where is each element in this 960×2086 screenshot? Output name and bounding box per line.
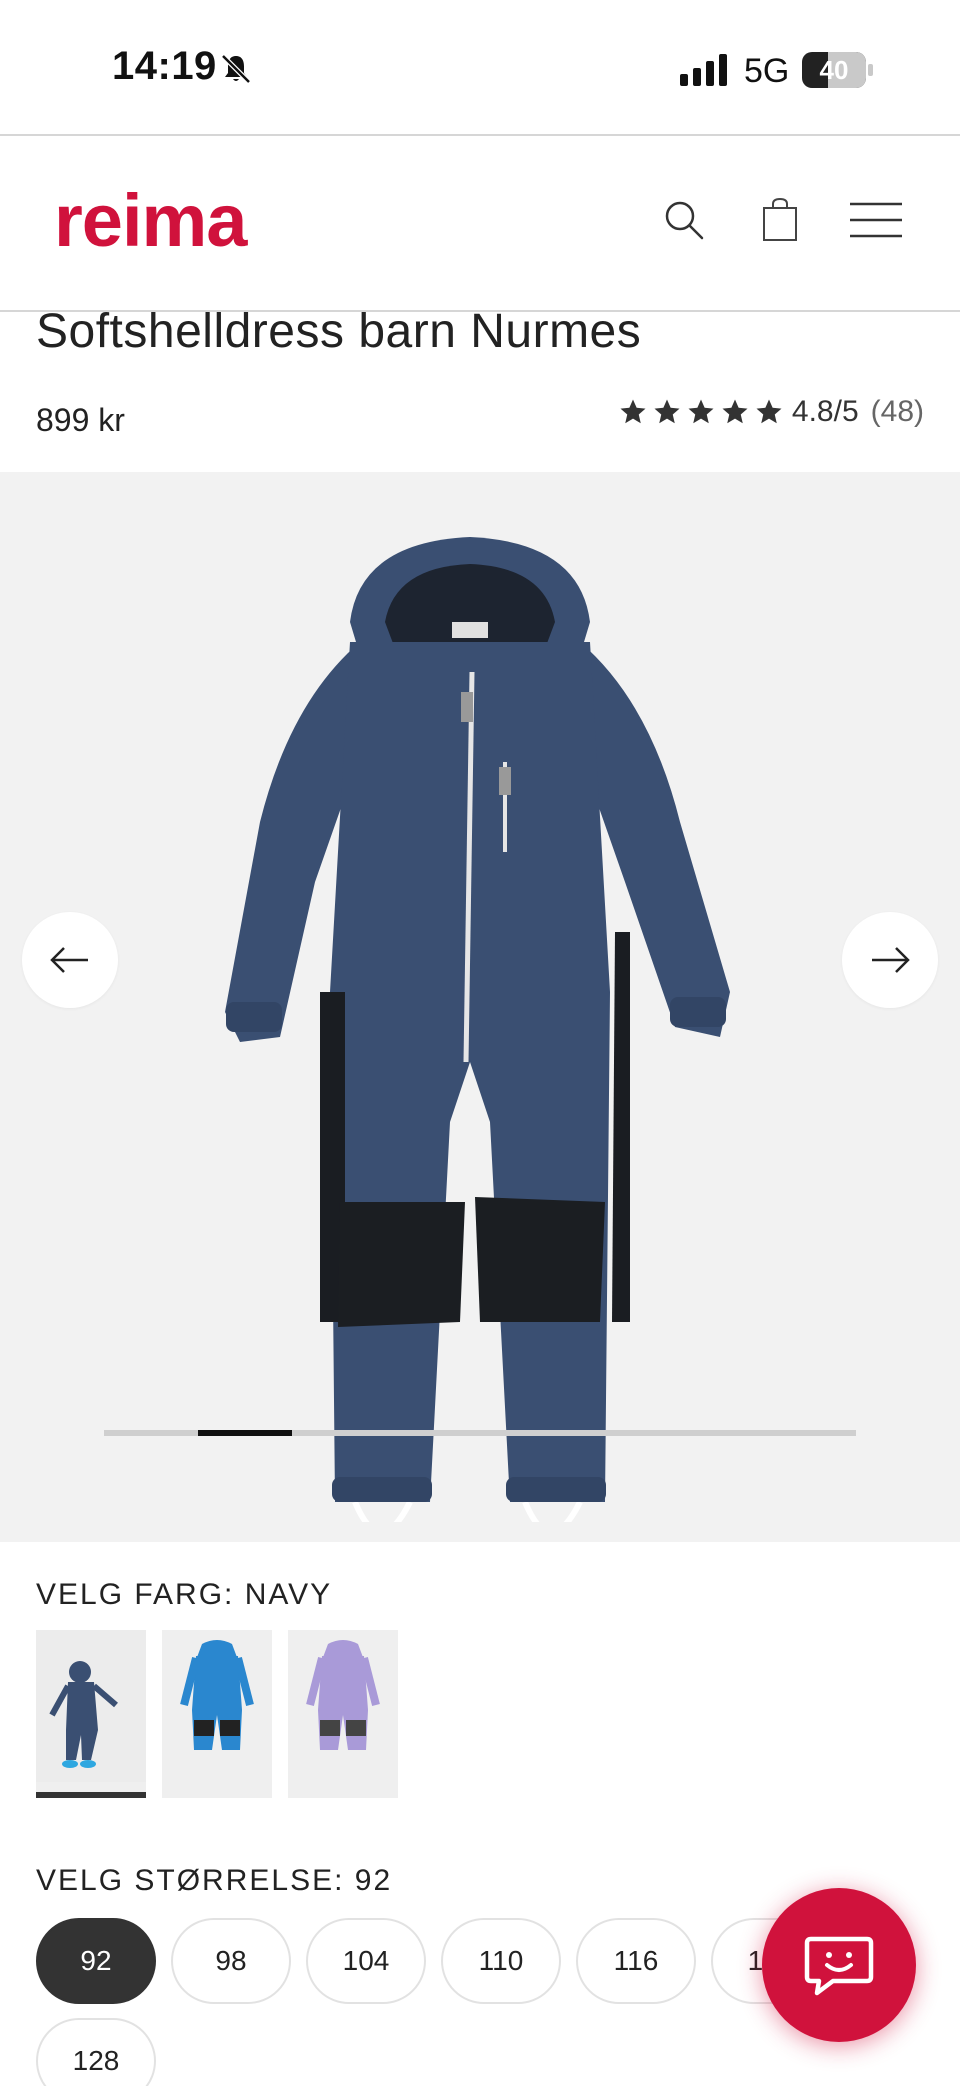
- gallery-progress-indicator: [198, 1430, 292, 1436]
- swatch-image: [162, 1630, 272, 1782]
- swatch-image: [288, 1630, 398, 1782]
- star-icon: [688, 399, 714, 424]
- network-type: 5G: [744, 52, 790, 90]
- gallery-progress-bar: [104, 1430, 856, 1436]
- size-option-116[interactable]: 116: [576, 1918, 696, 2004]
- selected-indicator: [36, 1792, 146, 1798]
- site-header: reima: [0, 136, 960, 312]
- previous-image-button[interactable]: [22, 912, 118, 1008]
- battery-indicator: 40: [802, 52, 873, 88]
- color-swatch-navy[interactable]: [36, 1630, 146, 1798]
- color-swatch-blue[interactable]: [162, 1630, 272, 1798]
- status-bar: 14:19 5G 40: [0, 0, 960, 135]
- color-label: VELG FARG: NAVY: [36, 1578, 333, 1611]
- product-rating[interactable]: 4.8/5 (48): [618, 390, 924, 434]
- product-image: [225, 537, 730, 1522]
- star-icon: [722, 399, 748, 424]
- menu-icon: [850, 202, 902, 238]
- arrow-right-icon: [872, 947, 910, 973]
- cellular-signal-icon: [680, 54, 727, 86]
- star-icon: [620, 399, 646, 424]
- bell-muted-icon: [221, 54, 251, 84]
- size-option-110[interactable]: 110: [441, 1918, 561, 2004]
- size-option-104[interactable]: 104: [306, 1918, 426, 2004]
- chat-button[interactable]: [762, 1888, 916, 2042]
- size-label: VELG STØRRELSE: 92: [36, 1864, 393, 1897]
- battery-level: 40: [819, 55, 849, 85]
- color-swatch-lilac[interactable]: [288, 1630, 398, 1798]
- reima-logo[interactable]: reima: [54, 178, 247, 263]
- size-option-98[interactable]: 98: [171, 1918, 291, 2004]
- search-button[interactable]: [660, 196, 708, 244]
- size-option-128[interactable]: 128: [36, 2018, 156, 2086]
- color-swatches: [36, 1630, 398, 1798]
- arrow-left-icon: [50, 947, 88, 973]
- star-icon: [654, 399, 680, 424]
- product-title: Softshelldress barn Nurmes: [36, 305, 642, 358]
- star-icon: [756, 399, 782, 424]
- status-time: 14:19: [112, 44, 217, 88]
- chat-icon: [804, 1936, 874, 1996]
- product-gallery[interactable]: [0, 472, 960, 1542]
- next-image-button[interactable]: [842, 912, 938, 1008]
- size-option-92[interactable]: 92: [36, 1918, 156, 2004]
- rating-count: (48): [870, 395, 924, 428]
- search-icon: [665, 201, 704, 240]
- shopping-bag-icon: [763, 197, 797, 241]
- cart-button[interactable]: [756, 196, 804, 244]
- menu-button[interactable]: [848, 196, 904, 244]
- product-price: 899 kr: [36, 402, 125, 438]
- swatch-image: [36, 1630, 146, 1782]
- rating-value: 4.8/5: [791, 395, 859, 428]
